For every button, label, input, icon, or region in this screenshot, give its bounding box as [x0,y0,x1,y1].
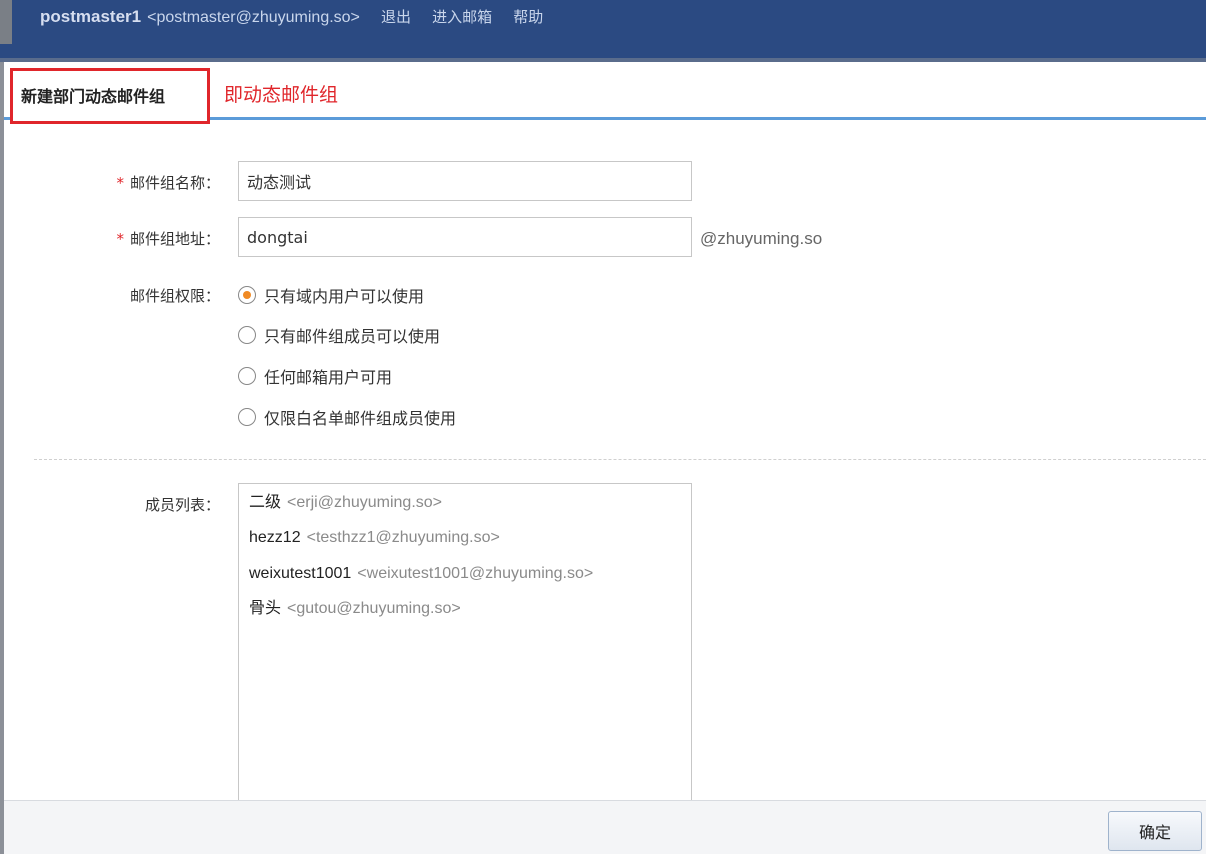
left-strip [0,0,12,44]
list-item[interactable]: 骨头 <gutou@zhuyuming.so> [249,596,461,620]
group-address-label: * 邮件组地址： [0,228,220,249]
permission-option-whitelist[interactable]: 仅限白名单邮件组成员使用 [238,405,456,429]
list-item[interactable]: hezz12 <testhzz1@zhuyuming.so> [249,525,500,549]
group-name-input[interactable] [238,161,692,201]
radio-button[interactable] [238,408,256,426]
user-info: postmaster1 <postmaster@zhuyuming.so> 退出 … [40,6,543,28]
member-email: <gutou@zhuyuming.so> [287,600,461,617]
required-mark: * [116,230,124,248]
group-name-label: * 邮件组名称： [0,172,220,193]
required-mark: * [116,174,124,192]
permission-option-group-members[interactable]: 只有邮件组成员可以使用 [238,323,440,347]
member-name: weixutest1001 [249,565,352,582]
member-email: <weixutest1001@zhuyuming.so> [357,565,594,582]
radio-label: 只有邮件组成员可以使用 [264,327,441,346]
radio-button[interactable] [238,367,256,385]
group-name-label-text: 邮件组名称： [129,174,220,192]
tab-annotation: 即动态邮件组 [224,84,339,106]
group-address-label-text: 邮件组地址： [129,230,220,248]
member-email: <testhzz1@zhuyuming.so> [306,529,500,546]
radio-label: 仅限白名单邮件组成员使用 [264,409,457,428]
members-label: 成员列表： [144,496,220,514]
permission-option-any-user[interactable]: 任何邮箱用户可用 [238,364,392,388]
radio-button[interactable] [238,326,256,344]
confirm-button[interactable]: 确定 [1108,811,1202,851]
tab-new-dynamic-group[interactable]: 新建部门动态邮件组 [10,68,210,124]
user-email: <postmaster@zhuyuming.so> [147,9,360,26]
member-name: 二级 [249,494,282,511]
group-address-input[interactable] [238,217,692,257]
member-name: 骨头 [249,600,282,617]
list-item[interactable]: weixutest1001 <weixutest1001@zhuyuming.so… [249,561,593,585]
domain-suffix: @zhuyuming.so [700,229,823,248]
radio-label: 任何邮箱用户可用 [264,368,393,387]
radio-button[interactable] [238,286,256,304]
username: postmaster1 [40,7,142,26]
tab-label: 新建部门动态邮件组 [21,87,166,106]
radio-label: 只有域内用户可以使用 [264,287,425,306]
section-divider [34,459,1206,460]
tab-bar: 新建部门动态邮件组 即动态邮件组 [4,62,1206,124]
member-list[interactable]: 二级 <erji@zhuyuming.so> hezz12 <testhzz1@zh… [238,483,692,813]
member-email: <erji@zhuyuming.so> [287,494,442,511]
help-link[interactable]: 帮助 [513,8,543,26]
footer-bar [4,800,1206,854]
logout-link[interactable]: 退出 [381,8,411,26]
permission-label: 邮件组权限： [129,287,220,305]
enter-mailbox-link[interactable]: 进入邮箱 [432,8,492,26]
list-item[interactable]: 二级 <erji@zhuyuming.so> [249,490,442,514]
member-name: hezz12 [249,529,301,546]
permission-option-domain-users[interactable]: 只有域内用户可以使用 [238,283,424,307]
top-bar: postmaster1 <postmaster@zhuyuming.so> 退出 … [0,0,1206,62]
